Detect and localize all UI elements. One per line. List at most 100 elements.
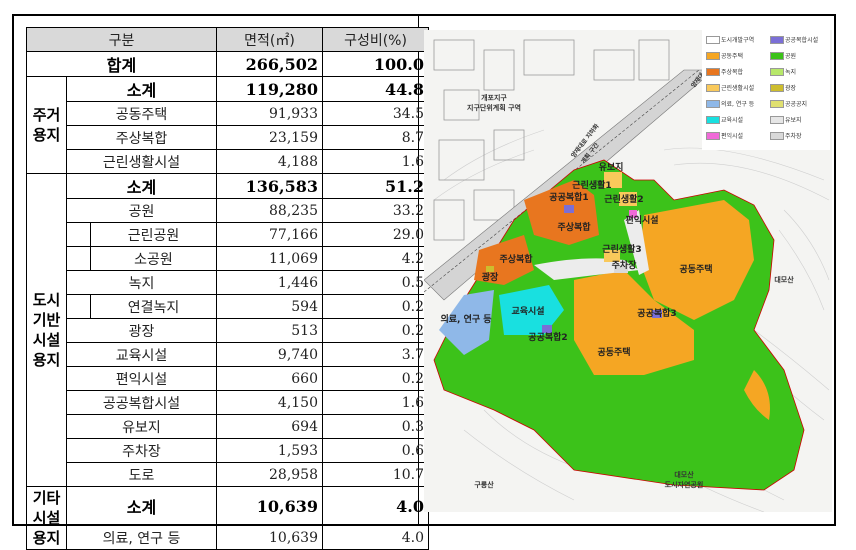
row-area: 4,150 [216, 390, 323, 415]
category-line: 도시 [32, 291, 61, 309]
table-row: 근린생활시설 4,188 1.6 [27, 149, 429, 174]
legend-label: 도시개발구역 [721, 37, 755, 44]
legend-swatch [770, 52, 784, 60]
category-line: 시설 [32, 509, 61, 527]
legend-label: 주차장 [785, 133, 802, 140]
row-label: 녹지 [66, 270, 217, 295]
legend-label: 광장 [785, 85, 797, 92]
row-area: 660 [216, 366, 323, 391]
indent-cell [66, 294, 91, 319]
row-label: 주상복합 [66, 125, 217, 150]
land-use-table: 구분 면적(㎡) 구성비(%) 합계 266,502 100.0 주거 용지 소계 119,280… [26, 27, 429, 550]
row-ratio: 3.7 [322, 342, 429, 367]
legend-label: 의료, 연구 등 [721, 101, 755, 108]
legend-swatch [770, 116, 784, 124]
label-geunrin3: 근린생활3 [602, 243, 641, 255]
row-ratio: 34.5 [322, 101, 429, 126]
row-ratio: 29.0 [322, 222, 429, 247]
legend-label: 공동주택 [721, 53, 744, 60]
legend-label: 공공복합시설 [785, 37, 819, 44]
row-ratio: 4.2 [322, 246, 429, 271]
category-line: 용지 [32, 351, 61, 369]
row-label: 광장 [66, 318, 217, 343]
label-jusang-a: 주상복합 [557, 221, 591, 233]
row-area: 9,740 [216, 342, 323, 367]
table-row: 편익시설 660 0.2 [27, 366, 429, 391]
row-label: 유보지 [66, 414, 217, 439]
row-label: 소계 [66, 76, 217, 102]
land-use-map: 유보지 근린생활1 근린생활2 공공복합1 주상복합 편익시설 근린생활3 주차… [424, 30, 832, 512]
table-row: 기타 시설 용지 소계 10,639 4.0 [26, 486, 429, 550]
total-area: 266,502 [216, 51, 323, 77]
row-area: 119,280 [216, 76, 323, 102]
row-label: 교육시설 [66, 342, 217, 367]
row-ratio: 44.8 [322, 76, 429, 102]
legend-label: 유보지 [785, 117, 802, 124]
table-row: 도시 기반 시설 용지 소계 136,583 51.2 [26, 173, 429, 487]
label-yuboji: 유보지 [599, 161, 624, 173]
header-ratio: 구성비(%) [322, 27, 429, 52]
legend-label: 공원 [785, 53, 797, 60]
legend-label: 근린생활시설 [721, 85, 755, 92]
row-ratio: 0.2 [322, 318, 429, 343]
row-label: 근린공원 [90, 222, 217, 247]
label-gyepo-2: 지구단위계획 구역 [467, 103, 521, 112]
table-row: 공동주택 91,933 34.5 [27, 101, 429, 126]
category-line: 용지 [32, 126, 61, 144]
row-label: 근린생활시설 [66, 149, 217, 174]
category-cell: 도시기반시설용지 [26, 173, 67, 487]
row-label: 소계 [66, 173, 217, 199]
legend-label: 편익시설 [721, 133, 744, 140]
table-row: 공원 88,235 33.2 [27, 198, 429, 223]
label-geunrin2: 근린생활2 [604, 193, 643, 205]
label-gongdong-east: 공동주택 [679, 264, 712, 275]
table-row: 주거 용지 소계 119,280 44.8 [26, 76, 429, 174]
row-ratio: 0.5 [322, 270, 429, 295]
label-daemosan: 대모산 [774, 275, 794, 284]
label-geunrin1: 근린생활1 [572, 179, 611, 191]
table-row: 소공원 11,069 4.2 [27, 246, 429, 271]
legend-swatch [706, 116, 720, 124]
row-label: 공동주택 [66, 101, 217, 126]
header-category: 구분 [26, 27, 217, 52]
table-row: 도로 28,958 10.7 [27, 462, 429, 487]
category-line: 주거 [32, 106, 61, 124]
label-gonggong2: 공공복합2 [528, 331, 567, 343]
row-label: 공공복합시설 [66, 390, 217, 415]
row-ratio: 4.0 [322, 525, 429, 550]
category-line: 기반 [32, 311, 61, 329]
category-line: 기타 [32, 489, 61, 507]
legend-swatch [770, 36, 784, 44]
row-label: 소공원 [90, 246, 217, 271]
category-cell: 기타시설용지 [26, 486, 67, 550]
label-dosi-park-1: 대모산 [674, 470, 694, 479]
legend-label: 공공공지 [785, 101, 808, 108]
legend-swatch [706, 36, 720, 44]
legend-swatch [706, 84, 720, 92]
row-label: 도로 [66, 462, 217, 487]
row-area: 1,593 [216, 438, 323, 463]
row-area: 4,188 [216, 149, 323, 174]
legend-label: 교육시설 [721, 117, 744, 124]
row-label: 연결녹지 [90, 294, 217, 319]
row-area: 23,159 [216, 125, 323, 150]
total-ratio: 100.0 [322, 51, 429, 77]
indent-cell [66, 246, 91, 271]
label-gonggong3: 공공복합3 [637, 307, 676, 319]
row-area: 594 [216, 294, 323, 319]
category-cell: 주거용지 [26, 76, 67, 174]
label-gwangjang: 광장 [482, 271, 499, 283]
row-area: 28,958 [216, 462, 323, 487]
row-ratio: 0.2 [322, 294, 429, 319]
label-uiryo: 의료, 연구 등 [440, 313, 491, 325]
row-ratio: 51.2 [322, 173, 429, 199]
label-gongdong-center: 공동주택 [597, 347, 630, 358]
table-row: 유보지 694 0.3 [27, 414, 429, 439]
table-total-row: 합계 266,502 100.0 [26, 51, 429, 77]
row-area: 694 [216, 414, 323, 439]
row-label: 편익시설 [66, 366, 217, 391]
row-area: 1,446 [216, 270, 323, 295]
table-row: 주차장 1,593 0.6 [27, 438, 429, 463]
category-line: 용지 [32, 529, 61, 547]
category-line: 시설 [32, 331, 61, 349]
